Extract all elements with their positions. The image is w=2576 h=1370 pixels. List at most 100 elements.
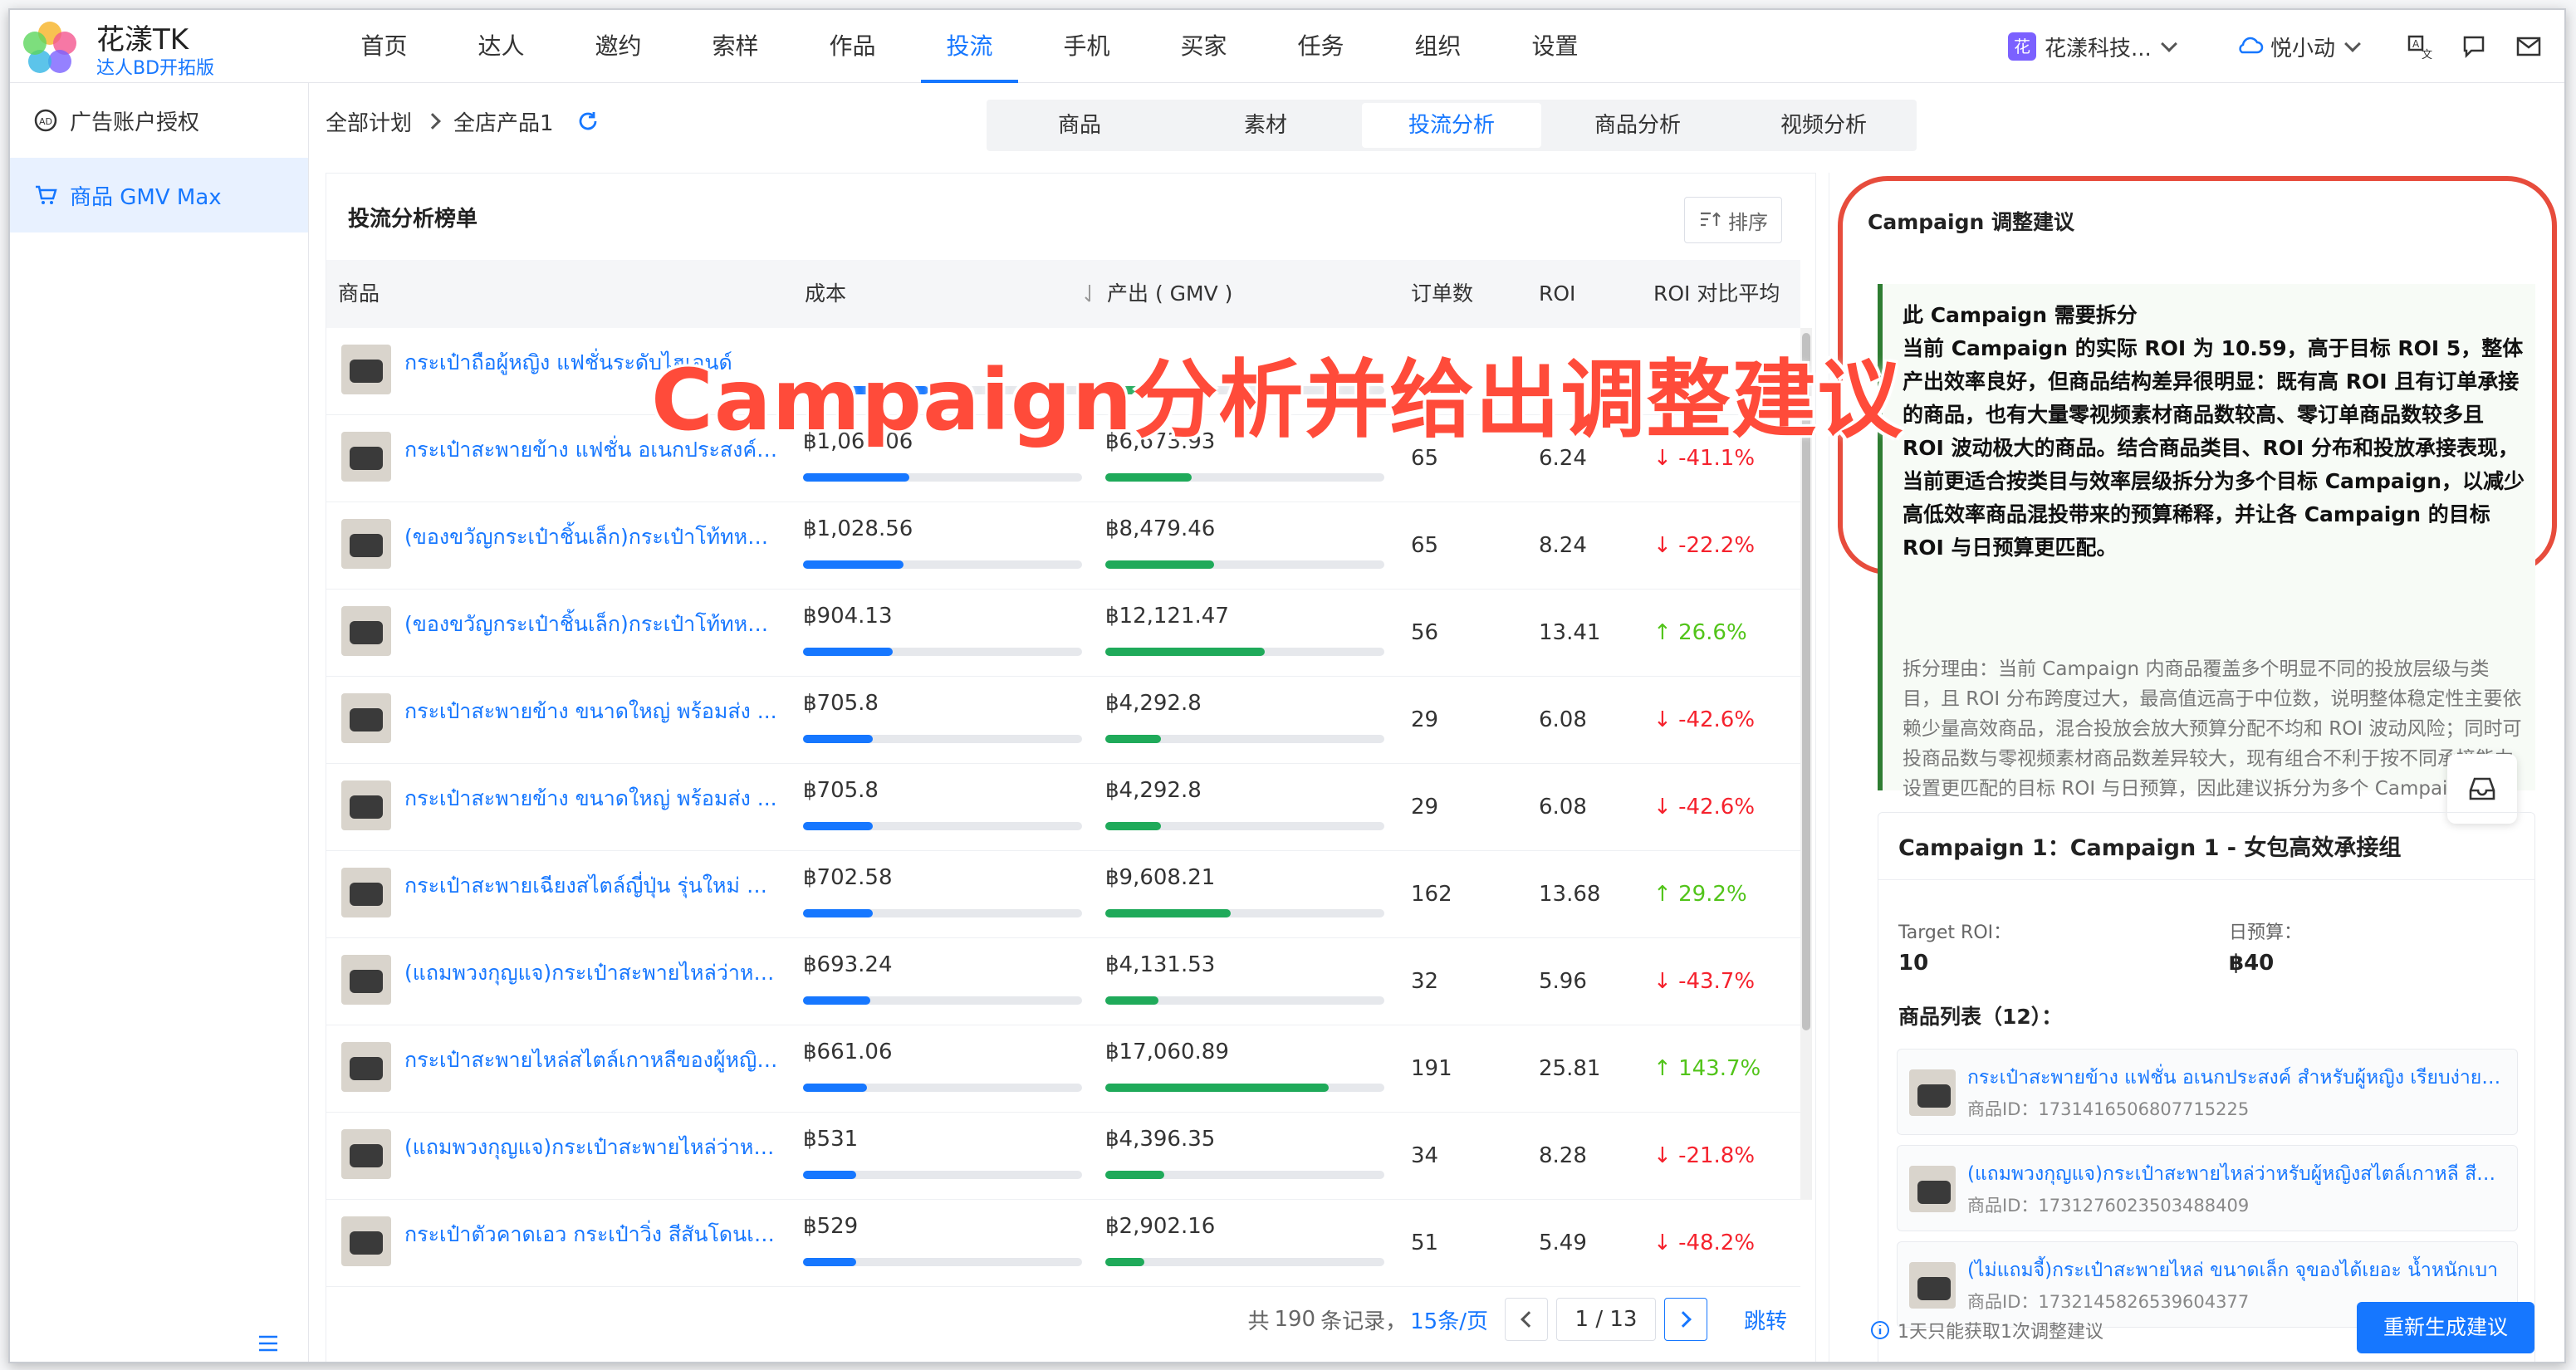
product-list-label: 商品列表（12）： xyxy=(1898,1005,2063,1029)
translate-icon[interactable]: A文 xyxy=(2407,32,2435,61)
sort-button[interactable]: 排序 xyxy=(1684,197,1782,243)
product-name-link[interactable]: กระเป๋าสะพายข้าง แฟชั่น อเนกประสงค์ สำหร… xyxy=(1967,1063,2507,1093)
product-name-link[interactable]: กระเป๋าสะพายข้าง ขนาดใหญ่ พร้อมส่ง ... xyxy=(404,695,778,728)
roi-compare-value: -43.7% xyxy=(1678,969,1756,994)
cost-bar-fill xyxy=(803,909,873,917)
roi-compare: ↑ 29.2% xyxy=(1653,879,1747,909)
mail-icon[interactable] xyxy=(2515,32,2543,61)
breadcrumb: 全部计划 全店产品1 xyxy=(326,83,600,159)
table-row[interactable]: (ของขวัญกระเป๋าชิ้นเล็ก)กระเป๋าโท้ทหนัง … xyxy=(326,590,1800,677)
table-row[interactable]: (ของขวัญกระเป๋าชิ้นเล็ก)กระเป๋าโท้ทหนัง … xyxy=(326,502,1800,590)
arrow-up-icon: ↑ xyxy=(1653,620,1672,645)
nav-settings[interactable]: 设置 xyxy=(1496,10,1614,83)
nav-samples[interactable]: 索样 xyxy=(677,10,794,83)
page-indicator[interactable]: 1 / 13 xyxy=(1555,1298,1656,1341)
product-id: 商品ID：1731416506807715225 xyxy=(1967,1099,2250,1119)
sidebar: AD 广告账户授权 商品 GMV Max xyxy=(10,83,309,1362)
col-cost[interactable]: 成本 xyxy=(805,260,846,328)
gmv-value: ฿9,608.21 xyxy=(1105,865,1216,890)
breadcrumb-current: 全店产品1 xyxy=(453,110,554,136)
nav-phones[interactable]: 手机 xyxy=(1028,10,1145,83)
next-page-button[interactable] xyxy=(1663,1298,1707,1341)
tab-ad-analysis[interactable]: 投流分析 xyxy=(1362,103,1541,148)
budget-value: ฿40 xyxy=(2229,951,2275,976)
nav-ads[interactable]: 投流 xyxy=(911,10,1028,83)
col-roi: ROI xyxy=(1539,281,1576,306)
cost-bar-fill xyxy=(803,560,904,569)
cost-value: ฿904.13 xyxy=(803,604,893,629)
main-nav: 首页 达人 邀约 索样 作品 投流 手机 买家 任务 组织 设置 xyxy=(326,10,1614,83)
nav-invitations[interactable]: 邀约 xyxy=(560,10,677,83)
page-size-select[interactable]: 15条/页 xyxy=(1410,1304,1488,1335)
nav-creators[interactable]: 达人 xyxy=(443,10,560,83)
user-menu[interactable]: 悦小动 xyxy=(2236,10,2361,83)
info-icon xyxy=(1871,1321,1889,1339)
ranking-title: 投流分析榜单 xyxy=(348,207,478,232)
sidebar-item-ad-account-auth[interactable]: AD 广告账户授权 xyxy=(10,83,308,158)
campaign-card: Campaign 1：Campaign 1 - 女包高效承接组 Target R… xyxy=(1878,812,2535,1362)
gmv-bar-fill xyxy=(1105,560,1215,569)
prev-page-button[interactable] xyxy=(1504,1298,1548,1341)
tab-video-analysis[interactable]: 视频分析 xyxy=(1731,100,1917,151)
product-name-link[interactable]: (แถมพวงกุญแจ)กระเป๋าสะพายไหล่ว่าหรับผู้ห… xyxy=(1967,1159,2507,1189)
breadcrumb-root[interactable]: 全部计划 xyxy=(326,106,412,137)
table-row[interactable]: กระเป๋าสะพายไหล่สไตล์เกาหลีของผู้หญิง ..… xyxy=(326,1025,1800,1113)
nav-organization[interactable]: 组织 xyxy=(1379,10,1496,83)
table-row[interactable]: กระเป๋าสะพายข้าง ขนาดใหญ่ พร้อมส่ง ... ฿7… xyxy=(326,677,1800,764)
collapse-menu-icon[interactable] xyxy=(256,1333,281,1353)
sort-desc-icon[interactable] xyxy=(1082,283,1097,305)
product-name-link[interactable]: กระเป๋าสะพายไหล่สไตล์เกาหลีของผู้หญิง ..… xyxy=(404,1044,778,1077)
chat-icon[interactable] xyxy=(2460,32,2488,61)
gmv-bar xyxy=(1105,473,1384,482)
roi-compare-value: -42.6% xyxy=(1678,795,1756,820)
org-switcher[interactable]: 花 花漾科技... xyxy=(2008,10,2177,83)
product-thumbnail xyxy=(341,345,391,394)
inbox-icon xyxy=(2469,777,2495,800)
cloud-user-icon xyxy=(2239,37,2264,54)
gmv-value: ฿4,131.53 xyxy=(1105,952,1216,977)
tab-materials[interactable]: 素材 xyxy=(1173,100,1359,151)
jump-link[interactable]: 跳转 xyxy=(1744,1304,1787,1335)
product-name-link[interactable]: กระเป๋าสะพายเฉียงสไตล์ญี่ปุ่น รุ่นใหม่ ด… xyxy=(404,869,778,903)
nav-home[interactable]: 首页 xyxy=(326,10,443,83)
list-item[interactable]: (แถมพวงกุญแจ)กระเป๋าสะพายไหล่ว่าหรับผู้ห… xyxy=(1897,1145,2518,1231)
nav-tasks[interactable]: 任务 xyxy=(1262,10,1379,83)
regenerate-button[interactable]: 重新生成建议 xyxy=(2357,1302,2534,1353)
cart-icon xyxy=(36,185,57,204)
cost-bar-fill xyxy=(803,1171,856,1179)
sidebar-item-product-gmv-max[interactable]: 商品 GMV Max xyxy=(10,158,308,232)
cost-bar xyxy=(803,560,1082,569)
table-row[interactable]: (แถมพวงกุญแจ)กระเป๋าสะพายไหล่ว่าหรั... ฿5… xyxy=(326,1113,1800,1200)
table-row[interactable]: (แถมพวงกุญแจ)กระเป๋าสะพายไหล่ว่าหรั... ฿6… xyxy=(326,938,1800,1025)
gmv-bar xyxy=(1105,1084,1384,1092)
product-thumbnail xyxy=(1909,1166,1956,1212)
cost-value: ฿1,028.56 xyxy=(803,516,913,541)
analysis-tabs: 商品 素材 投流分析 商品分析 视频分析 xyxy=(987,100,1917,151)
gmv-bar xyxy=(1105,560,1384,569)
nav-buyers[interactable]: 买家 xyxy=(1145,10,1262,83)
product-name-link[interactable]: (แถมพวงกุญแจ)กระเป๋าสะพายไหล่ว่าหรั... xyxy=(404,957,778,990)
cost-bar-fill xyxy=(803,822,873,830)
product-name-link[interactable]: (แถมพวงกุญแจ)กระเป๋าสะพายไหล่ว่าหรั... xyxy=(404,1131,778,1164)
table-row[interactable]: กระเป๋าสะพายเฉียงสไตล์ญี่ปุ่น รุ่นใหม่ ด… xyxy=(326,851,1800,938)
product-name-link[interactable]: (ไม่แถมจี้)กระเป๋าสะพายไหล่ ขนาดเล็ก จุข… xyxy=(1967,1255,2507,1285)
nav-works[interactable]: 作品 xyxy=(794,10,911,83)
product-thumbnail xyxy=(1909,1262,1956,1309)
advice-body: 当前 Campaign 的实际 ROI 为 10.59，高于目标 ROI 5，整… xyxy=(1903,336,2525,560)
table-row[interactable]: กระเป๋าสะพายข้าง ขนาดใหญ่ พร้อมส่ง ... ฿7… xyxy=(326,764,1800,851)
product-name-link[interactable]: (ของขวัญกระเป๋าชิ้นเล็ก)กระเป๋าโท้ทหนัง … xyxy=(404,521,778,554)
tab-products[interactable]: 商品 xyxy=(987,100,1173,151)
product-thumbnail xyxy=(341,780,391,830)
cost-value: ฿705.8 xyxy=(803,691,879,716)
tab-product-analysis[interactable]: 商品分析 xyxy=(1545,100,1731,151)
product-name-link[interactable]: กระเป๋าตัวคาดเอว กระเป๋าวิ่ง สีสันโดนเด่… xyxy=(404,1218,778,1251)
product-name-link[interactable]: (ของขวัญกระเป๋าชิ้นเล็ก)กระเป๋าโท้ทหนัง … xyxy=(404,608,778,641)
gmv-bar xyxy=(1105,909,1384,917)
table-scrollbar[interactable] xyxy=(1800,328,1812,1200)
app-subtitle: 达人BD开拓版 xyxy=(96,58,215,79)
list-item[interactable]: กระเป๋าสะพายข้าง แฟชั่น อเนกประสงค์ สำหร… xyxy=(1897,1049,2518,1135)
table-row[interactable]: กระเป๋าตัวคาดเอว กระเป๋าวิ่ง สีสันโดนเด่… xyxy=(326,1200,1800,1287)
refresh-icon[interactable] xyxy=(575,109,600,134)
product-name-link[interactable]: กระเป๋าสะพายข้าง ขนาดใหญ่ พร้อมส่ง ... xyxy=(404,782,778,815)
target-roi-label: Target ROI： xyxy=(1898,922,2012,943)
